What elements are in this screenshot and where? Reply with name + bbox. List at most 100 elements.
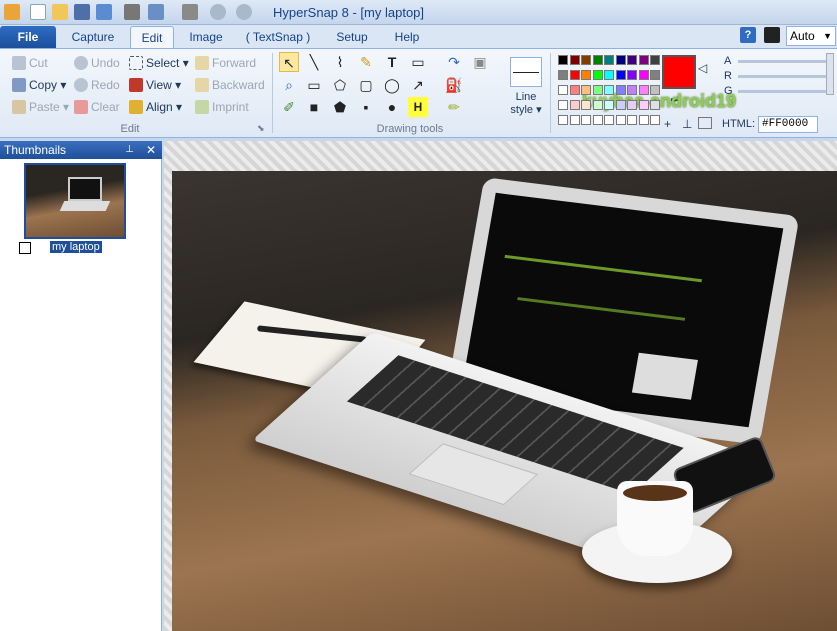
select-button[interactable]: Select ▾ — [129, 54, 189, 73]
color-swatch[interactable] — [627, 100, 637, 110]
color-swatch[interactable] — [627, 115, 637, 125]
align-button[interactable]: Align ▾ — [129, 98, 182, 117]
close-icon[interactable]: ✕ — [146, 141, 156, 159]
color-swatch[interactable] — [627, 55, 637, 65]
current-color-swatch[interactable] — [662, 55, 696, 89]
dialog-launcher-icon[interactable]: ⬊ — [257, 123, 265, 134]
copy-button[interactable]: Copy ▾ — [12, 76, 66, 95]
color-swatch[interactable] — [638, 70, 649, 80]
help-icon[interactable]: ? — [740, 27, 756, 43]
pointer-tool-icon[interactable]: ↖ — [279, 52, 299, 72]
tab-capture[interactable]: Capture — [62, 26, 124, 48]
imprint-button[interactable]: Imprint — [195, 98, 249, 117]
plus-icon[interactable]: + — [664, 117, 671, 131]
app-icon[interactable] — [4, 4, 20, 20]
color-swatch[interactable] — [604, 100, 614, 110]
color-swatch[interactable] — [615, 85, 626, 95]
tab-help[interactable]: Help — [384, 26, 430, 48]
screen-picker-icon[interactable] — [698, 117, 712, 129]
rectangle-tool-icon[interactable]: ▭ — [304, 75, 324, 95]
arc-tool-icon[interactable]: ↷ — [444, 52, 464, 72]
color-swatch[interactable] — [592, 100, 603, 110]
color-swatch[interactable] — [627, 70, 637, 80]
line-style-button[interactable]: Line style ▾ — [504, 91, 548, 117]
color-swatch[interactable] — [604, 85, 614, 95]
color-swatch[interactable] — [592, 55, 603, 65]
color-swatch[interactable] — [558, 100, 568, 110]
redo-button[interactable]: Redo — [74, 76, 120, 95]
clear-button[interactable]: Clear — [74, 98, 120, 117]
polygon-tool-icon[interactable]: ⬠ — [330, 75, 350, 95]
filled-polygon-tool-icon[interactable]: ⬟ — [330, 97, 350, 117]
polyline-tool-icon[interactable]: ⌇ — [330, 52, 350, 72]
tab-image[interactable]: Image — [180, 26, 232, 48]
color-swatch[interactable] — [581, 55, 591, 65]
triangle-left-icon[interactable]: ◁ — [698, 61, 707, 75]
color-swatch[interactable] — [638, 55, 649, 65]
color-swatch[interactable] — [558, 85, 568, 95]
color-swatch[interactable] — [569, 55, 580, 65]
color-swatch[interactable] — [615, 70, 626, 80]
magnifier-tool-icon[interactable]: ⌕ — [279, 75, 299, 95]
color-swatch[interactable] — [650, 100, 660, 110]
pin-icon[interactable]: ⊥ — [682, 117, 692, 131]
color-swatch[interactable] — [615, 55, 626, 65]
thumbnail-checkbox[interactable] — [19, 242, 31, 254]
undo-button[interactable]: Undo — [74, 54, 120, 73]
alpha-slider[interactable] — [738, 60, 826, 63]
red-slider[interactable] — [738, 75, 826, 78]
cut-button[interactable]: Cut — [12, 54, 48, 73]
pencil-tool-icon[interactable]: ✎ — [356, 52, 376, 72]
slider-scrollbar[interactable] — [826, 53, 834, 95]
pin-icon[interactable]: ⊥ — [125, 141, 134, 159]
html-color-input[interactable]: #FF0000 — [758, 116, 818, 133]
color-swatch[interactable] — [604, 55, 614, 65]
window-icon[interactable] — [148, 4, 164, 20]
redo-icon[interactable] — [236, 4, 252, 20]
open-folder-icon[interactable] — [52, 4, 68, 20]
color-swatch[interactable] — [615, 100, 626, 110]
captured-image[interactable] — [172, 171, 837, 631]
marker-tool-icon[interactable]: ✏ — [444, 97, 464, 117]
color-swatch[interactable] — [615, 115, 626, 125]
view-button[interactable]: View ▾ — [129, 76, 181, 95]
tab-file[interactable]: File — [0, 26, 56, 48]
color-swatch[interactable] — [569, 70, 580, 80]
color-swatch[interactable] — [558, 55, 568, 65]
tab-setup[interactable]: Setup — [328, 26, 376, 48]
color-swatch[interactable] — [581, 115, 591, 125]
save-icon[interactable] — [74, 4, 90, 20]
color-swatch[interactable] — [581, 100, 591, 110]
zoom-select[interactable]: Auto ▼ — [786, 26, 836, 46]
color-swatch[interactable] — [638, 115, 649, 125]
color-swatch[interactable] — [581, 70, 591, 80]
thumbnail-image[interactable] — [24, 163, 126, 239]
rounded-rect-tool-icon[interactable]: ▢ — [356, 75, 376, 95]
filled-rounded-rect-icon[interactable]: ▪ — [356, 97, 376, 117]
color-swatch[interactable] — [650, 85, 660, 95]
forward-button[interactable]: Forward — [195, 54, 256, 73]
upload-icon[interactable] — [96, 4, 112, 20]
line-tool-icon[interactable]: ╲ — [304, 52, 324, 72]
color-swatch[interactable] — [569, 115, 580, 125]
color-swatch[interactable] — [638, 85, 649, 95]
filled-rect-tool-icon[interactable]: ■ — [304, 97, 324, 117]
line-style-preview[interactable] — [510, 57, 542, 87]
color-swatch[interactable] — [638, 100, 649, 110]
tab-textsnap[interactable]: ( TextSnap ) — [240, 26, 316, 48]
print-icon[interactable] — [124, 4, 140, 20]
canvas-area[interactable] — [164, 141, 837, 631]
color-swatch[interactable] — [604, 70, 614, 80]
tab-edit[interactable]: Edit — [130, 26, 174, 48]
paste-button[interactable]: Paste ▾ — [12, 98, 69, 117]
text-tool-icon[interactable]: T — [382, 52, 402, 72]
color-swatch[interactable] — [592, 115, 603, 125]
color-swatch[interactable] — [569, 85, 580, 95]
fill-bucket-icon[interactable]: ⛽ — [444, 75, 464, 95]
ellipse-tool-icon[interactable]: ◯ — [382, 75, 402, 95]
color-swatch[interactable] — [604, 115, 614, 125]
callout-tool-icon[interactable]: ▭ — [408, 52, 428, 72]
color-swatch[interactable] — [592, 70, 603, 80]
color-swatch[interactable] — [569, 100, 580, 110]
color-swatch[interactable] — [627, 85, 637, 95]
